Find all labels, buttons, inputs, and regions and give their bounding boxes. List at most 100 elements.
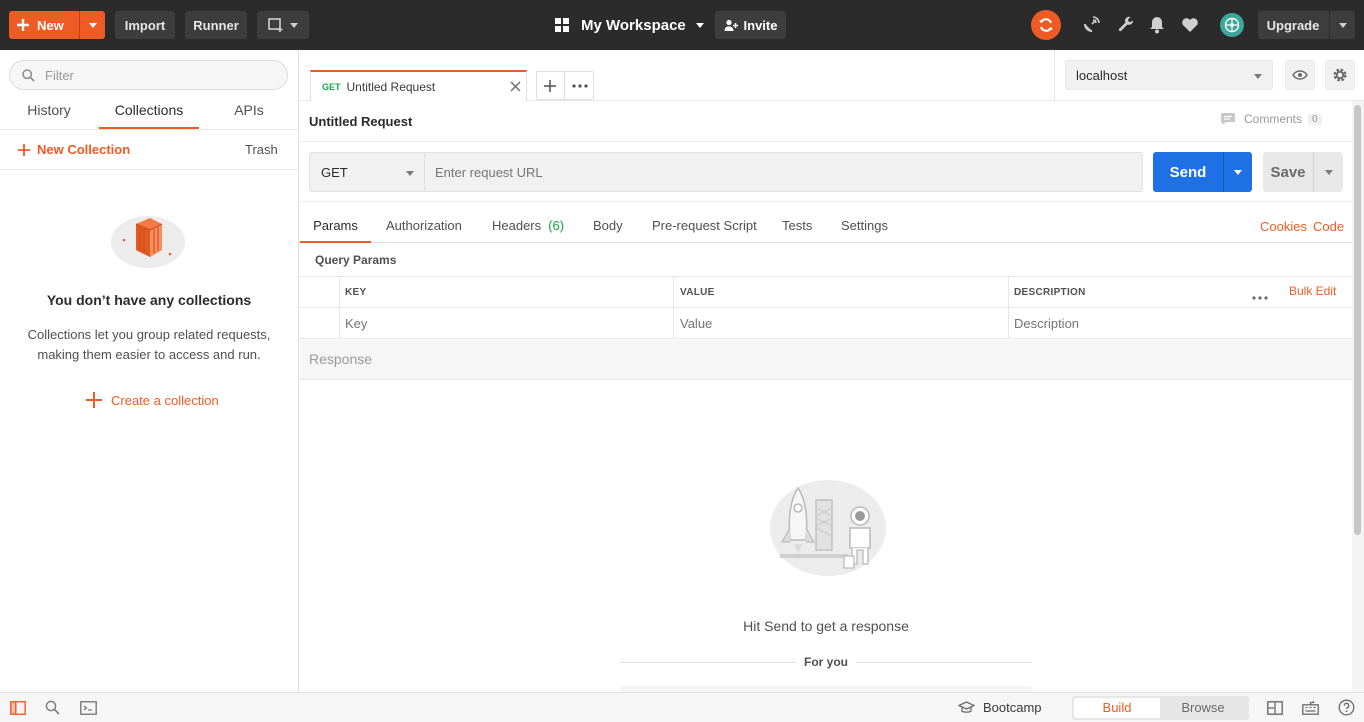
rocket-astronaut-illustration [764, 478, 888, 585]
scrollbar-thumb[interactable] [1354, 105, 1361, 535]
help-icon[interactable] [1338, 699, 1355, 719]
tab-headers[interactable]: Headers (6) [492, 218, 564, 233]
top-bar: New Import Runner My Workspace Invite Up… [0, 0, 1364, 50]
import-button[interactable]: Import [115, 11, 175, 39]
tab-body[interactable]: Body [593, 218, 623, 233]
filter-input[interactable] [45, 67, 265, 83]
grid-icon [555, 18, 569, 32]
bell-icon[interactable] [1149, 16, 1165, 37]
param-description-input[interactable] [1014, 313, 1344, 333]
send-dropdown-button[interactable] [1223, 152, 1252, 192]
environment-quick-look-button[interactable] [1285, 60, 1315, 90]
tab-params[interactable]: Params [300, 210, 371, 243]
close-icon [510, 81, 521, 92]
tab-history[interactable]: History [24, 102, 74, 129]
sync-button[interactable] [1031, 10, 1061, 40]
environment-select[interactable]: localhost [1065, 60, 1273, 90]
empty-collections-desc-line2: making them easier to access and run. [37, 347, 261, 362]
chevron-down-icon [406, 171, 414, 176]
status-bar: Bootcamp Build Browse [0, 692, 1364, 722]
tab-authorization[interactable]: Authorization [386, 218, 462, 233]
query-params-title: Query Params [315, 253, 397, 267]
new-button[interactable]: New [9, 11, 105, 39]
browse-mode-button[interactable]: Browse [1160, 698, 1246, 718]
upgrade-label: Upgrade [1266, 17, 1320, 33]
chevron-down-icon [290, 22, 298, 28]
tab-tests[interactable]: Tests [782, 218, 812, 233]
new-collection-button[interactable]: New Collection [18, 142, 130, 157]
invite-button[interactable]: Invite [715, 11, 786, 39]
response-empty-text: Hit Send to get a response [743, 618, 909, 634]
url-field[interactable] [425, 152, 1143, 192]
wrench-icon[interactable] [1117, 16, 1135, 37]
runner-button[interactable]: Runner [185, 11, 247, 39]
avatar-icon [1224, 17, 1240, 33]
filter-box[interactable] [9, 60, 288, 90]
bulk-edit-link[interactable]: Bulk Edit [1289, 284, 1336, 298]
more-horizontal-icon [1252, 296, 1268, 300]
code-link[interactable]: Code [1313, 219, 1344, 234]
eye-icon [1292, 70, 1308, 80]
tab-options-button[interactable] [565, 71, 594, 100]
workspace-name: My Workspace [581, 16, 686, 34]
build-mode-button[interactable]: Build [1074, 698, 1160, 718]
comments-button[interactable]: Comments 0 [1220, 112, 1322, 126]
close-tab-button[interactable] [510, 80, 521, 95]
request-title-row [300, 102, 1352, 142]
new-window-button[interactable] [257, 11, 309, 39]
cookies-link[interactable]: Cookies [1260, 219, 1307, 234]
column-header-description: DESCRIPTION [1014, 287, 1086, 298]
upgrade-dropdown-button[interactable] [1329, 11, 1355, 39]
url-input[interactable] [435, 164, 1125, 180]
workspace-switcher[interactable]: My Workspace [555, 11, 704, 39]
new-dropdown-button[interactable] [79, 11, 105, 39]
sidebar: History Collections APIs New Collection … [0, 50, 299, 692]
toggle-sidebar-icon[interactable] [10, 701, 26, 718]
send-button[interactable]: Send [1153, 152, 1223, 192]
request-tab[interactable]: GET Untitled Request [310, 70, 527, 101]
save-dropdown-button[interactable] [1313, 152, 1343, 192]
method-select[interactable]: GET [309, 152, 425, 192]
tab-collections[interactable]: Collections [99, 102, 199, 129]
keyboard-shortcuts-icon[interactable] [1302, 700, 1319, 718]
add-tab-button[interactable] [536, 71, 565, 100]
params-options-button[interactable] [1252, 288, 1268, 303]
request-title[interactable]: Untitled Request [309, 114, 412, 129]
satellite-icon[interactable] [1082, 16, 1100, 37]
column-header-key: KEY [345, 287, 367, 298]
save-button[interactable]: Save [1263, 152, 1313, 192]
upgrade-button[interactable]: Upgrade [1258, 11, 1355, 39]
create-collection-button[interactable]: Create a collection [86, 392, 219, 408]
empty-collections-title: You don’t have any collections [46, 292, 252, 308]
invite-label: Invite [743, 17, 778, 33]
sync-icon [1039, 18, 1053, 32]
request-tab-method: GET [322, 81, 341, 92]
chevron-down-icon [1234, 169, 1242, 175]
console-icon[interactable] [80, 701, 97, 718]
chevron-down-icon [695, 22, 704, 28]
trash-button[interactable]: Trash [245, 142, 278, 157]
two-pane-view-icon[interactable] [1267, 701, 1283, 718]
subtabs-divider [300, 242, 1352, 243]
new-button-label: New [37, 17, 64, 33]
chevron-down-icon [1338, 22, 1347, 28]
param-value-input[interactable] [680, 313, 1000, 333]
tab-settings[interactable]: Settings [841, 218, 888, 233]
avatar[interactable] [1220, 13, 1244, 37]
new-window-icon [268, 18, 283, 32]
tab-apis[interactable]: APIs [230, 102, 268, 129]
plus-icon [544, 79, 556, 92]
empty-collections-desc-line1: Collections let you group related reques… [27, 327, 271, 342]
bootcamp-button[interactable]: Bootcamp [958, 700, 1042, 715]
manage-environments-button[interactable] [1325, 60, 1355, 90]
create-collection-label: Create a collection [111, 392, 219, 408]
param-key-input[interactable] [345, 313, 665, 333]
environment-selected: localhost [1076, 67, 1128, 83]
params-col-divider [673, 276, 674, 339]
method-selected: GET [321, 164, 348, 180]
tab-pre-request-script[interactable]: Pre-request Script [652, 218, 757, 233]
comment-icon [1221, 113, 1235, 125]
tabs-divider [0, 129, 298, 130]
heart-icon[interactable] [1181, 17, 1199, 36]
find-icon[interactable] [45, 700, 60, 718]
